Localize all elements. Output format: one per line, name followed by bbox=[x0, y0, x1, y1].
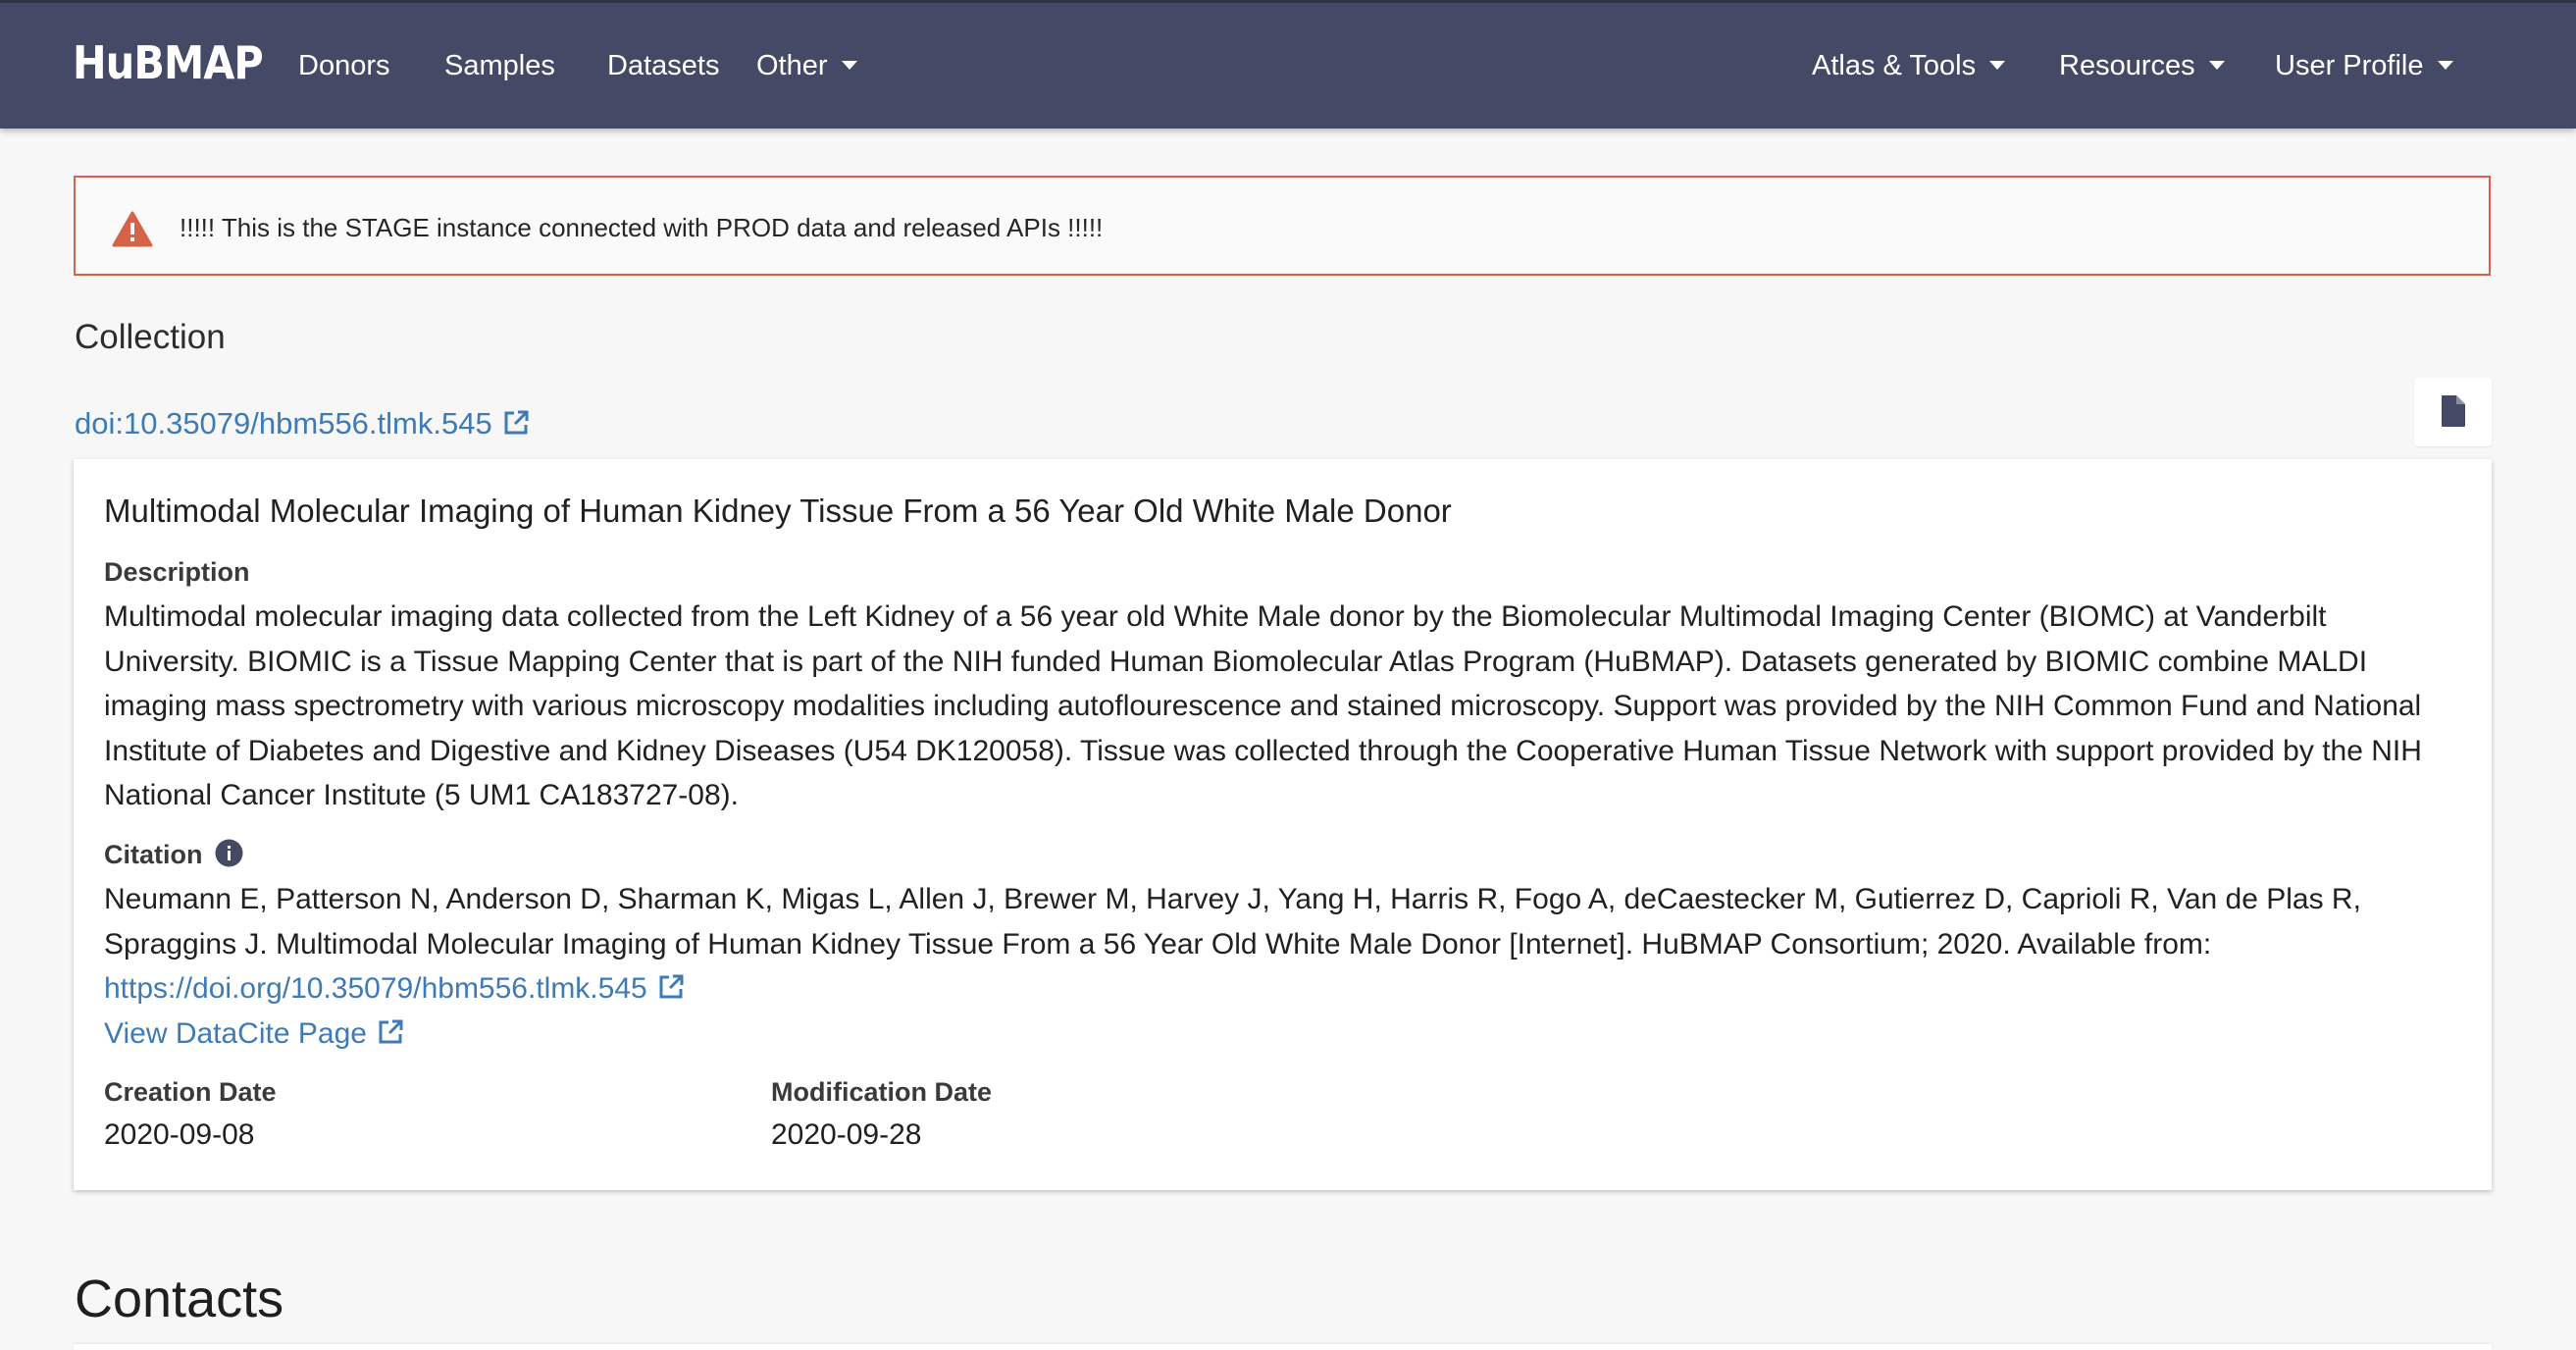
description-text: Multimodal molecular imaging data collec… bbox=[104, 600, 2422, 811]
nav-atlas-tools-dropdown[interactable]: Atlas & Tools bbox=[1812, 50, 2006, 82]
modification-date-label: Modification Date bbox=[771, 1077, 993, 1107]
nav-atlas-tools-label: Atlas & Tools bbox=[1812, 50, 1977, 81]
nav-resources-label: Resources bbox=[2059, 50, 2195, 81]
chevron-down-icon bbox=[2437, 60, 2453, 70]
nav-user-profile-label: User Profile bbox=[2275, 50, 2424, 81]
top-navbar: HuBMAP Donors Samples Datasets Other Atl… bbox=[0, 3, 2576, 129]
nav-resources-dropdown[interactable]: Resources bbox=[2059, 50, 2225, 82]
chevron-down-icon bbox=[841, 60, 857, 70]
entity-type-label: Collection bbox=[75, 318, 226, 356]
nav-other-label: Other bbox=[756, 50, 828, 81]
citation-label: Citation bbox=[104, 839, 243, 870]
collection-title: Multimodal Molecular Imaging of Human Ki… bbox=[104, 493, 1452, 529]
info-icon[interactable] bbox=[215, 839, 243, 867]
collection-summary-card: Multimodal Molecular Imaging of Human Ki… bbox=[74, 459, 2492, 1190]
chevron-down-icon bbox=[1989, 60, 2006, 70]
contacts-panel-top bbox=[74, 1344, 2492, 1350]
metadata-file-button[interactable] bbox=[2414, 378, 2492, 446]
external-link-icon bbox=[659, 974, 684, 999]
nav-datasets[interactable]: Datasets bbox=[607, 50, 719, 82]
citation-doi-link[interactable]: https://doi.org/10.35079/hbm556.tlmk.545 bbox=[104, 972, 685, 1005]
contacts-heading: Contacts bbox=[75, 1270, 284, 1328]
doi-text: doi:10.35079/hbm556.tlmk.545 bbox=[75, 406, 492, 441]
description-label: Description bbox=[104, 557, 250, 587]
external-link-icon bbox=[379, 1019, 403, 1044]
nav-samples[interactable]: Samples bbox=[444, 50, 555, 82]
doi-link[interactable]: doi:10.35079/hbm556.tlmk.545 bbox=[75, 406, 530, 441]
chevron-down-icon bbox=[2208, 60, 2225, 70]
external-link-icon bbox=[504, 410, 529, 435]
citation-text: Neumann E, Patterson N, Anderson D, Shar… bbox=[104, 883, 2361, 961]
hubmap-logo[interactable]: HuBMAP bbox=[73, 36, 264, 89]
creation-date-label: Creation Date bbox=[104, 1077, 277, 1107]
modification-date-value: 2020-09-28 bbox=[771, 1118, 922, 1151]
citation-block: Neumann E, Patterson N, Anderson D, Shar… bbox=[104, 877, 2468, 1056]
nav-other-dropdown[interactable]: Other bbox=[756, 50, 857, 82]
file-icon bbox=[2442, 395, 2465, 427]
nav-donors[interactable]: Donors bbox=[298, 50, 390, 82]
alert-message: !!!!! This is the STAGE instance connect… bbox=[180, 213, 1104, 242]
warning-triangle-icon bbox=[112, 211, 153, 247]
creation-date-value: 2020-09-08 bbox=[104, 1118, 255, 1151]
datacite-link-text: View DataCite Page bbox=[104, 1016, 367, 1050]
datacite-link[interactable]: View DataCite Page bbox=[104, 1017, 404, 1050]
nav-user-profile-dropdown[interactable]: User Profile bbox=[2275, 50, 2453, 82]
citation-label-text: Citation bbox=[104, 840, 203, 869]
citation-doi-text: https://doi.org/10.35079/hbm556.tlmk.545 bbox=[104, 972, 647, 1005]
stage-alert: !!!!! This is the STAGE instance connect… bbox=[74, 176, 2491, 276]
